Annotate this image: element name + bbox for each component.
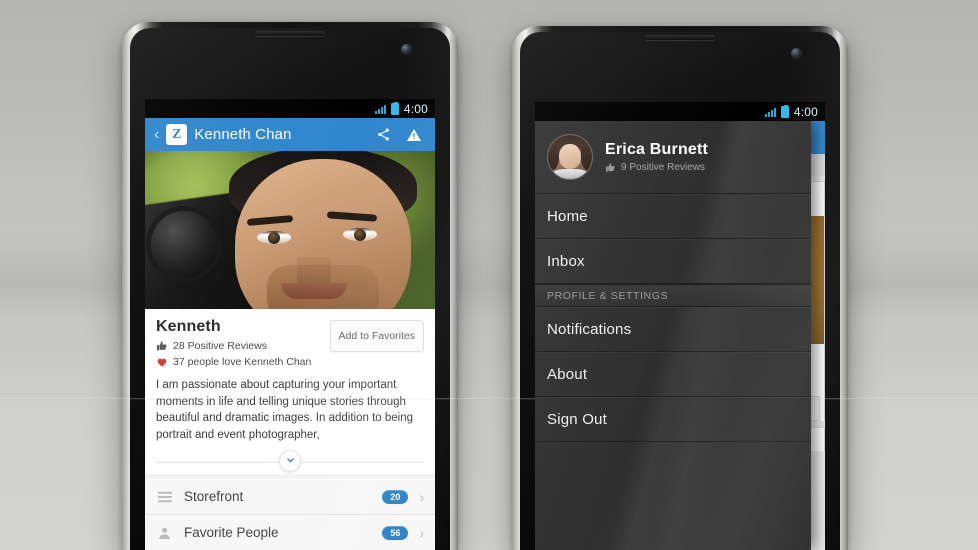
right-phone-screen: ‹ Z 1 (1 Pur: [535, 102, 825, 550]
earpiece-speaker: [645, 35, 715, 40]
front-camera: [791, 48, 802, 59]
profile-hero-photo: [145, 151, 435, 309]
left-status-bar: 4:00: [145, 99, 435, 118]
thumbs-up-icon: [156, 340, 168, 352]
share-icon[interactable]: [371, 123, 395, 147]
left-phone-glass: 4:00 ‹ Z Kenneth Chan Kenneth 28 Positiv…: [130, 28, 450, 550]
front-camera: [401, 44, 412, 55]
drawer-user-header[interactable]: Erica Burnett 9 Positive Reviews: [535, 121, 811, 194]
person-icon: [156, 526, 173, 540]
signal-bars-icon: [764, 107, 776, 117]
drawer-user-name: Erica Burnett: [605, 141, 709, 158]
right-status-bar: 4:00: [535, 102, 825, 121]
list-lines-icon: [156, 491, 173, 503]
left-phone: 4:00 ‹ Z Kenneth Chan Kenneth 28 Positiv…: [122, 22, 458, 550]
drawer-item-notifications[interactable]: Notifications: [535, 307, 811, 352]
navigation-drawer: Erica Burnett 9 Positive Reviews Home In…: [535, 121, 811, 550]
positive-reviews-stat: 28 Positive Reviews: [156, 340, 311, 352]
add-to-favorites-button[interactable]: Add to Favorites: [329, 320, 424, 352]
profile-section-list: Storefront 20 › Favorite People 56 ›: [145, 473, 435, 550]
page-title: Kenneth Chan: [194, 126, 292, 143]
love-text: 37 people love Kenneth Chan: [173, 356, 312, 368]
list-item-favorite-people[interactable]: Favorite People 56 ›: [145, 514, 435, 550]
list-item-label: Storefront: [184, 489, 244, 505]
drawer-user-reviews-text: 9 Positive Reviews: [621, 162, 705, 173]
love-stat: 37 people love Kenneth Chan: [156, 356, 311, 368]
drawer-item-about[interactable]: About: [535, 352, 811, 397]
list-item-label: Favorite People: [184, 525, 279, 541]
left-action-bar: ‹ Z Kenneth Chan: [145, 118, 435, 151]
drawer-item-home[interactable]: Home: [535, 194, 811, 239]
status-time: 4:00: [793, 104, 818, 119]
drawer-section-profile-settings: PROFILE & SETTINGS: [535, 284, 811, 307]
chevron-down-icon[interactable]: [279, 449, 301, 472]
positive-reviews-text: 28 Positive Reviews: [173, 340, 267, 352]
right-phone: ‹ Z 1 (1 Pur: [512, 26, 848, 550]
list-item-badge: 20: [382, 489, 409, 504]
right-phone-glass: ‹ Z 1 (1 Pur: [520, 32, 840, 550]
app-logo-icon[interactable]: Z: [166, 124, 188, 145]
warning-triangle-icon[interactable]: [402, 123, 426, 147]
status-time: 4:00: [403, 101, 428, 116]
chevron-left-icon[interactable]: ‹: [154, 126, 159, 143]
profile-card: Kenneth 28 Positive Reviews 37 people lo…: [145, 309, 435, 474]
battery-icon: [780, 104, 789, 118]
battery-icon: [390, 101, 399, 115]
list-item-badge: 56: [382, 525, 409, 540]
chevron-right-icon: ›: [419, 488, 424, 505]
bio-expand-row: [156, 449, 424, 474]
list-item-storefront[interactable]: Storefront 20 ›: [145, 478, 435, 515]
heart-icon: [156, 356, 168, 368]
scene-background: 4:00 ‹ Z Kenneth Chan Kenneth 28 Positiv…: [0, 0, 978, 550]
drawer-item-inbox[interactable]: Inbox: [535, 239, 811, 284]
drawer-item-sign-out[interactable]: Sign Out: [535, 397, 811, 442]
left-phone-screen: 4:00 ‹ Z Kenneth Chan Kenneth 28 Positiv…: [145, 99, 435, 550]
chevron-right-icon: ›: [419, 524, 424, 541]
profile-bio: I am passionate about capturing your imp…: [156, 379, 413, 442]
thumbs-up-icon: [605, 162, 616, 173]
drawer-user-reviews: 9 Positive Reviews: [605, 162, 708, 173]
avatar[interactable]: [547, 134, 593, 180]
earpiece-speaker: [255, 31, 325, 36]
profile-name: Kenneth: [156, 318, 221, 335]
signal-bars-icon: [374, 104, 386, 114]
